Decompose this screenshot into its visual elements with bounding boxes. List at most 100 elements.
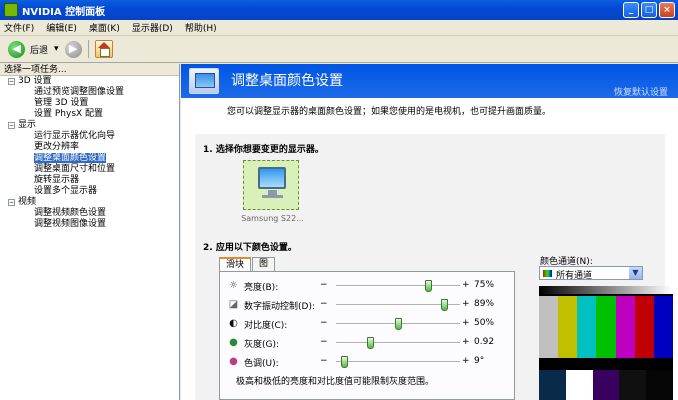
rgb-channel-icon [543,270,552,277]
slider-value: 89% [474,299,495,309]
slider-decrease[interactable]: − [320,280,328,290]
main-content: 调整桌面颜色设置 恢复默认设置 您可以调整显示器的桌面颜色设置；如果您使用的是电… [181,64,678,400]
tree-item[interactable]: 更改分辨率 [0,142,179,153]
slider-increase[interactable]: + [462,318,470,328]
slider-decrease[interactable]: − [320,356,328,366]
slider-thumb[interactable] [395,318,402,330]
page-title: 调整桌面颜色设置 [231,73,343,89]
step1-heading: 1. 选择你想要变更的显示器。 [203,145,324,155]
color-channel-value: 所有通道 [556,271,593,281]
tree-label: 显示 [18,120,37,130]
slider-row: ◐ 对比度(C): − +50% [228,316,508,332]
slider-track[interactable] [336,318,460,330]
slider-decrease[interactable]: − [320,337,328,347]
slider-label: 灰度(G): [244,340,280,350]
tree-category[interactable]: − 显示 [0,120,179,131]
menu-edit[interactable]: 编辑(E) [46,21,77,34]
toolbar: ◀ 后退 ▾ ▶ [0,36,678,63]
color-bar-low [646,370,673,400]
close-button[interactable]: × [659,2,675,18]
sun-icon: ☼ [229,280,238,291]
color-bar [634,296,654,358]
tab-graph[interactable]: 图 [252,257,276,271]
back-button-label[interactable]: 后退 [30,43,48,56]
monitor-icon [258,167,286,189]
slider-track[interactable] [336,299,460,311]
color-test-pattern [539,286,673,400]
slider-row: ● 灰度(G): − +0.92 [228,335,508,351]
back-arrow-icon[interactable]: ◀ [8,40,25,58]
title-bar: NVIDIA 控制面板 _ □ × [0,0,678,20]
slider-label: 对比度(C): [244,321,288,331]
color-bar [653,296,673,358]
tree-item[interactable]: 运行显示器优化向导 [0,131,179,142]
tree-category[interactable]: − 视频 [0,197,179,208]
back-dropdown-icon[interactable]: ▾ [54,44,59,54]
tree-label: 管理 3D 设置 [34,98,89,108]
menu-desktop[interactable]: 桌面(K) [89,21,120,34]
task-sidebar: 选择一项任务... −3D 设置 通过预览调整图像设置 管理 3D 设置 设置 Phy… [0,64,180,400]
slider-track[interactable] [336,356,460,368]
collapse-icon[interactable]: − [8,199,15,206]
hue-icon: ● [229,356,238,367]
tree-item[interactable]: 设置多个显示器 [0,186,179,197]
tree-item[interactable]: 旋转显示器 [0,175,179,186]
slider-thumb[interactable] [425,280,432,292]
slider-thumb[interactable] [341,356,348,368]
color-channel-select[interactable]: 所有通道 ▼ [539,266,643,281]
monitor-selector[interactable] [243,160,299,210]
window-title: NVIDIA 控制面板 [22,6,106,18]
tree-item[interactable]: 调整桌面尺寸和位置 [0,164,179,175]
forward-arrow-icon[interactable]: ▶ [64,40,82,58]
sliders-tab-body: 极高和极低的亮度和对比度值可能限制灰度范围。 ☼ 亮度(B): − +75% ◪ 数字振动… [219,271,515,400]
tree-label: 视频 [18,197,37,207]
slider-track[interactable] [336,337,460,349]
collapse-icon[interactable]: − [8,122,15,129]
slider-increase[interactable]: + [462,337,470,347]
tree-item[interactable]: 设置 PhysX 配置 [0,109,179,120]
menu-file[interactable]: 文件(F) [4,21,34,34]
tree-label: 调整桌面颜色设置 [34,153,107,163]
slider-track[interactable] [336,280,460,292]
tree-label: 3D 设置 [18,76,52,86]
menu-help[interactable]: 帮助(H) [185,21,217,34]
tree-item[interactable]: 调整视频图像设置 [0,219,179,230]
tab-sliders[interactable]: 滑块 [219,257,252,272]
color-bar [539,296,559,358]
tree-label: 调整视频图像设置 [34,219,107,229]
tree-label: 调整桌面尺寸和位置 [34,164,116,174]
nvidia-logo-icon [4,3,18,17]
tree-category[interactable]: −3D 设置 [0,76,179,87]
slider-thumb[interactable] [441,299,448,311]
slider-row: ● 色调(U): − +9° [228,354,508,370]
slider-decrease[interactable]: − [320,318,328,328]
color-bar-low [592,370,620,400]
monitor-label: Samsung S22... [241,214,304,223]
slider-decrease[interactable]: − [320,299,328,309]
color-bars [539,296,673,358]
vibrance-icon: ◪ [228,299,239,310]
slider-value: 75% [474,280,495,290]
minimize-button[interactable]: _ [623,2,639,18]
color-bar-low [619,370,647,400]
menu-display[interactable]: 显示器(D) [132,21,173,34]
tree-label: 设置多个显示器 [34,186,98,196]
slider-increase[interactable]: + [462,280,470,290]
contrast-icon: ◐ [229,318,238,329]
tree-label: 更改分辨率 [34,142,80,152]
maximize-button[interactable]: □ [641,2,657,18]
chevron-down-icon[interactable]: ▼ [629,267,642,279]
collapse-icon[interactable]: − [8,78,15,85]
tree-item[interactable]: 通过预览调整图像设置 [0,87,179,98]
restore-defaults-link[interactable]: 恢复默认设置 [614,85,668,98]
slider-increase[interactable]: + [462,356,470,366]
step2-heading: 2. 应用以下颜色设置。 [203,243,297,253]
slider-thumb[interactable] [367,337,374,349]
tree-item[interactable]: 管理 3D 设置 [0,98,179,109]
home-icon[interactable] [94,40,113,58]
grayscale-gradient [539,286,673,294]
tree-item[interactable]: 调整视频颜色设置 [0,208,179,219]
slider-increase[interactable]: + [462,299,470,309]
toolbar-separator [87,40,89,58]
tree-item[interactable]: 调整桌面颜色设置 [0,153,179,164]
